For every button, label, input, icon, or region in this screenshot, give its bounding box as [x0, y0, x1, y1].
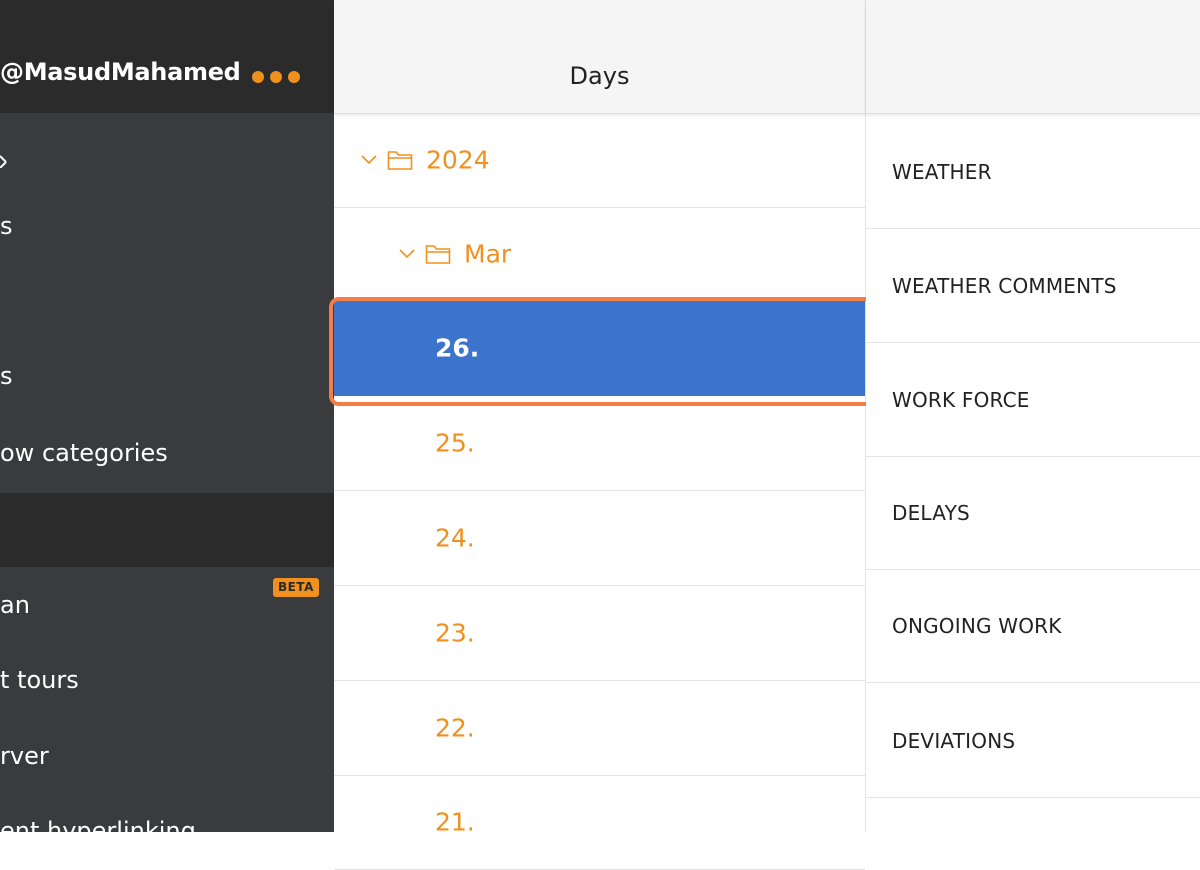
sidebar-item-icon [0, 155, 7, 168]
category-label: WORK FORCE [892, 387, 1030, 412]
day-label: 24. [435, 523, 475, 553]
dot [288, 71, 300, 83]
days-header: Days [334, 0, 865, 114]
category-ongoing-work[interactable]: ONGOING WORK [866, 569, 1200, 683]
categories-panel: WEATHER WEATHER COMMENTS WORK FORCE DELA… [866, 0, 1200, 832]
tree-node-year[interactable]: 2024 [334, 113, 865, 208]
sidebar: @MasudMahamed s s ow categories an BETA … [0, 0, 334, 832]
sidebar-item-plan[interactable]: an [0, 590, 30, 620]
beta-badge: BETA [273, 578, 319, 597]
day-row[interactable]: 24. [334, 491, 865, 586]
folder-icon [425, 245, 451, 264]
sidebar-item-show-categories[interactable]: ow categories [0, 438, 168, 468]
category-label: ONGOING WORK [892, 613, 1062, 638]
sidebar-item-tours[interactable]: t tours [0, 665, 79, 695]
sidebar-item-2[interactable]: s [0, 361, 13, 391]
day-label: 26. [435, 333, 480, 363]
category-weather-comments[interactable]: WEATHER COMMENTS [866, 229, 1200, 343]
category-label: DEVIATIONS [892, 728, 1016, 753]
day-row-selected[interactable]: 26. [334, 301, 865, 396]
days-title: Days [569, 62, 630, 90]
tree-node-month-label: Mar [464, 239, 512, 269]
days-panel: Days 2024 Mar 26. 25. 24. 23. 22. 21. [334, 0, 866, 870]
dot [252, 71, 264, 83]
sidebar-section-band [0, 493, 334, 567]
chevron-down-icon [361, 155, 377, 165]
category-label: WEATHER [892, 159, 992, 184]
sidebar-item-server[interactable]: rver [0, 741, 49, 771]
sidebar-item-partial[interactable] [0, 143, 20, 173]
tree-node-year-label: 2024 [426, 145, 490, 175]
day-label: 22. [435, 713, 475, 743]
more-options-icon[interactable] [252, 71, 300, 83]
day-row[interactable]: 21. [334, 775, 865, 870]
category-work-force[interactable]: WORK FORCE [866, 343, 1200, 457]
day-row[interactable]: 23. [334, 586, 865, 681]
category-weather[interactable]: WEATHER [866, 115, 1200, 229]
dot [270, 71, 282, 83]
chevron-down-icon [399, 249, 415, 259]
category-label: DELAYS [892, 500, 970, 525]
tree-node-month[interactable]: Mar [334, 207, 865, 302]
categories-header [866, 0, 1200, 114]
category-label: WEATHER COMMENTS [892, 273, 1117, 298]
folder-icon [387, 151, 413, 170]
day-label: 25. [435, 428, 475, 458]
category-delays[interactable]: DELAYS [866, 456, 1200, 570]
sidebar-item-hyperlinking[interactable]: ent hyperlinking [0, 816, 196, 832]
day-row[interactable]: 22. [334, 681, 865, 776]
username: @MasudMahamed [0, 58, 241, 86]
day-row[interactable]: 25. [334, 396, 865, 491]
day-label: 21. [435, 807, 475, 837]
sidebar-header: @MasudMahamed [0, 0, 334, 113]
sidebar-item-1[interactable]: s [0, 211, 13, 241]
category-deviations[interactable]: DEVIATIONS [866, 684, 1200, 798]
day-label: 23. [435, 618, 475, 648]
